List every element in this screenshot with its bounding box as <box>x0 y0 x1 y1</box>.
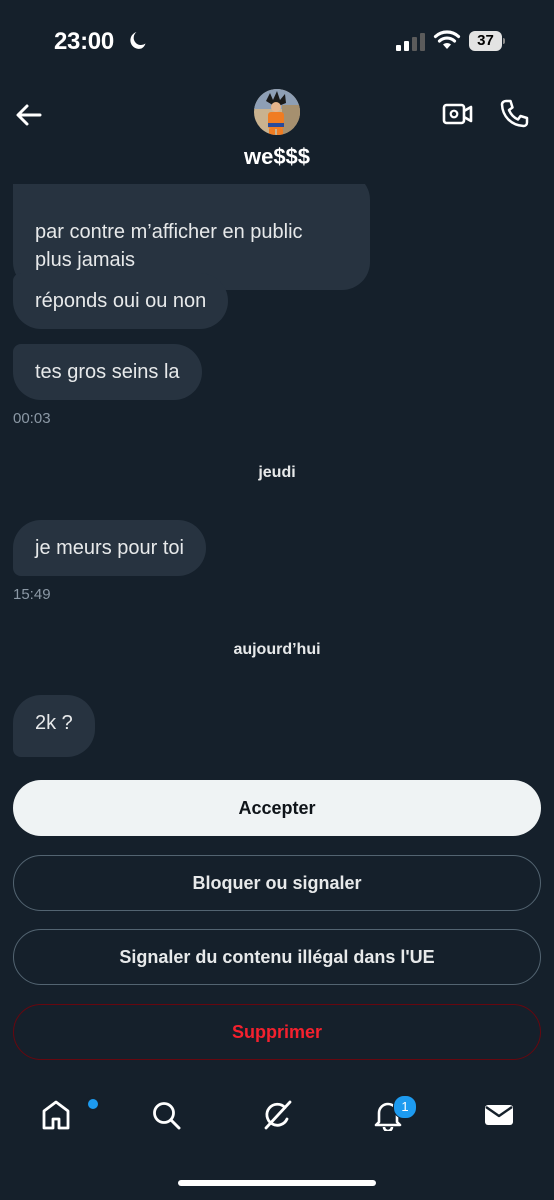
tab-search[interactable] <box>136 1082 196 1152</box>
message-bubble[interactable]: 2k ? <box>13 695 95 757</box>
conversation-header: we$$$ <box>0 84 554 184</box>
grok-icon <box>264 1100 292 1130</box>
status-time: 23:00 <box>54 28 114 55</box>
delete-button[interactable]: Supprimer <box>13 1004 541 1060</box>
search-icon <box>153 1102 181 1130</box>
avatar[interactable] <box>254 89 300 135</box>
wifi-icon <box>433 30 461 49</box>
day-separator: aujourd’hui <box>233 641 321 658</box>
moon-icon <box>130 32 146 49</box>
tab-notifications[interactable]: 1 <box>358 1082 418 1152</box>
message-text: par contre m’afficher en public plus jam… <box>35 221 303 271</box>
message-thread: par contre m’afficher en public plus jam… <box>0 184 554 774</box>
message-text: tes gros seins la <box>35 361 180 383</box>
tab-messages[interactable] <box>468 1082 528 1152</box>
phone-call-icon[interactable] <box>497 97 531 131</box>
signal-icon <box>396 33 425 51</box>
tab-home[interactable] <box>26 1082 100 1152</box>
battery-level: 37 <box>469 31 502 51</box>
mail-icon <box>485 1105 513 1125</box>
battery-tip <box>503 38 505 44</box>
home-icon <box>42 1100 70 1130</box>
battery-indicator: 37 <box>469 31 505 51</box>
avatar-image <box>254 89 300 135</box>
message-timestamp: 00:03 <box>13 410 51 427</box>
day-separator: jeudi <box>258 464 296 481</box>
message-text: 2k ? <box>35 712 73 734</box>
report-illegal-content-eu-button[interactable]: Signaler du contenu illégal dans l'UE <box>13 929 541 985</box>
home-indicator[interactable] <box>178 1180 376 1186</box>
message-bubble[interactable]: réponds oui ou non <box>13 273 229 329</box>
contact-name[interactable]: we$$$ <box>0 144 554 170</box>
notification-count-badge: 1 <box>393 1095 417 1119</box>
notification-dot <box>86 1097 100 1111</box>
back-arrow-icon[interactable] <box>14 100 44 130</box>
accept-button[interactable]: Accepter <box>13 780 541 836</box>
message-text: réponds oui ou non <box>35 290 207 312</box>
tab-grok[interactable] <box>247 1082 307 1152</box>
video-call-icon[interactable] <box>440 98 474 130</box>
message-text: je meurs pour toi <box>35 537 184 559</box>
message-bubble[interactable]: tes gros seins la <box>13 344 202 400</box>
block-or-report-button[interactable]: Bloquer ou signaler <box>13 855 541 911</box>
message-bubble[interactable]: je meurs pour toi <box>13 520 206 576</box>
message-timestamp: 15:49 <box>13 586 51 603</box>
bottom-tab-bar: 1 <box>0 1082 554 1152</box>
status-bar: 23:00 37 <box>0 0 554 84</box>
